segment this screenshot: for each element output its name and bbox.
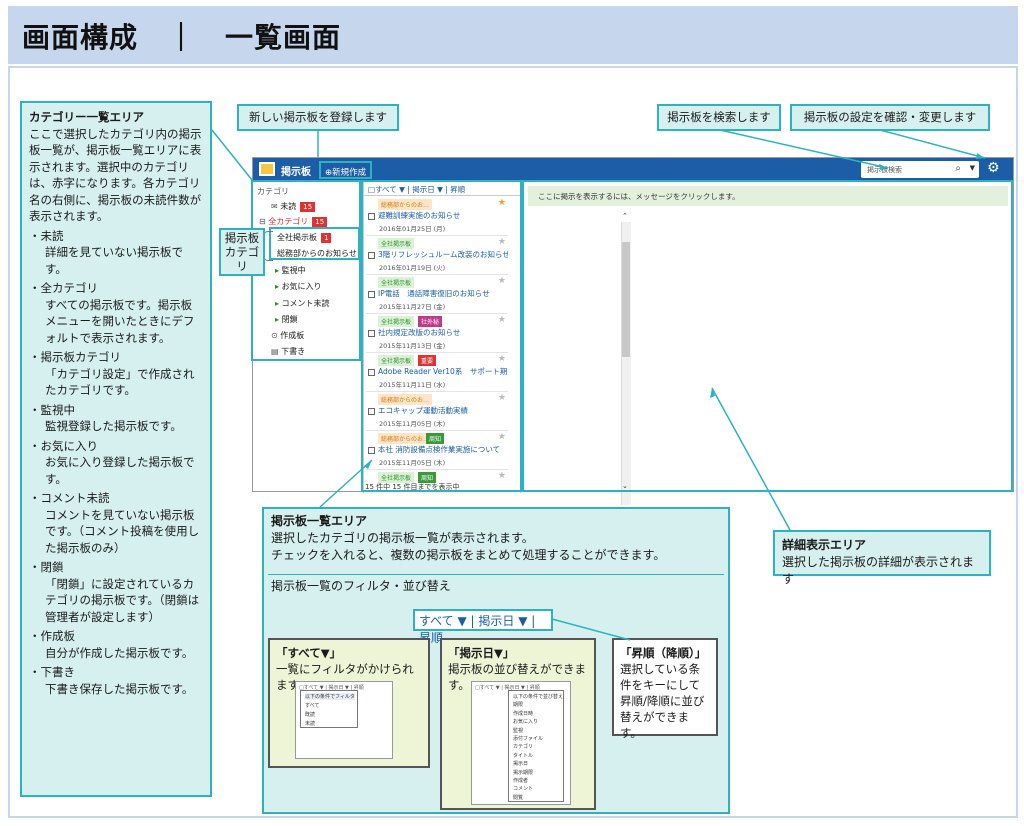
connector-lines (211, 129, 986, 641)
